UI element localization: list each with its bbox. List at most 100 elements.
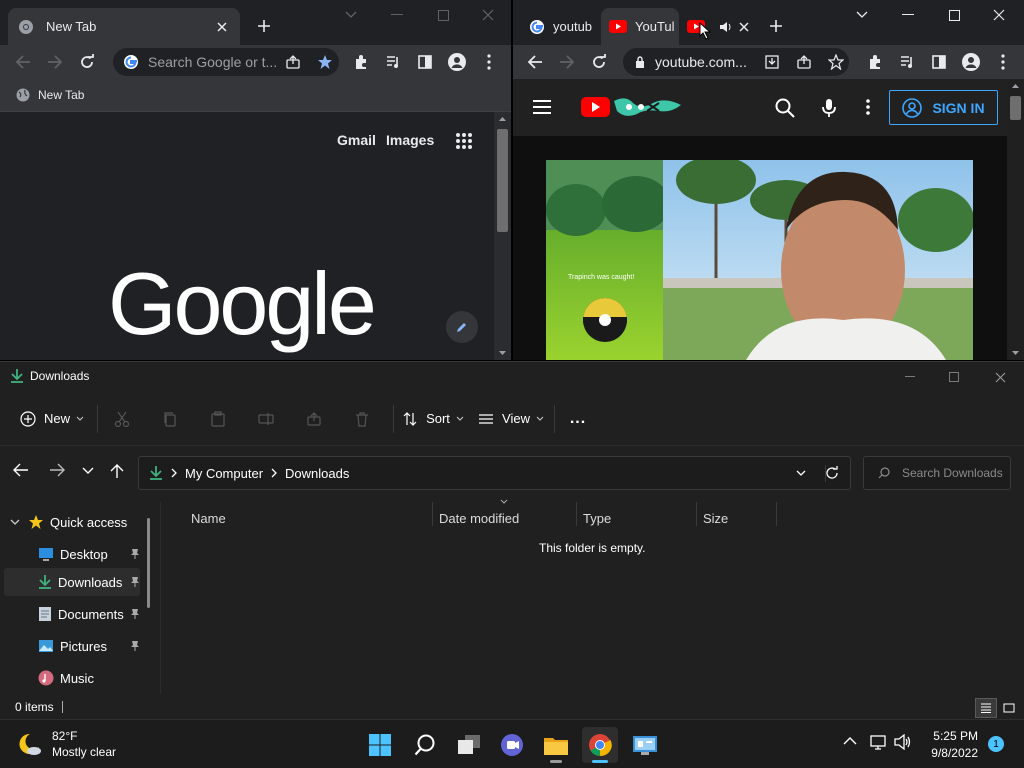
column-divider[interactable] — [432, 502, 433, 526]
pin-icon[interactable] — [130, 548, 140, 560]
chevron-down-icon[interactable] — [839, 0, 885, 30]
minimize-button[interactable] — [885, 0, 931, 30]
extensions-puzzle-icon[interactable] — [345, 48, 377, 76]
gmail-link[interactable]: Gmail — [337, 132, 376, 148]
microphone-icon[interactable] — [822, 98, 836, 118]
weather-widget[interactable]: 82°F Mostly clear — [16, 728, 116, 760]
copy-icon[interactable] — [146, 401, 194, 437]
apps-grid-icon[interactable] — [455, 132, 473, 150]
volume-icon[interactable] — [894, 734, 912, 750]
extensions-puzzle-icon[interactable] — [859, 48, 891, 76]
windows-start-icon[interactable] — [362, 727, 398, 763]
pin-icon[interactable] — [130, 608, 140, 620]
paste-icon[interactable] — [194, 401, 242, 437]
profile-avatar-icon[interactable] — [955, 48, 987, 76]
nav-item-music[interactable]: Music — [38, 664, 94, 692]
chrome-icon[interactable] — [582, 727, 618, 763]
media-queue-icon[interactable] — [891, 48, 923, 76]
more-menu-icon[interactable] — [473, 48, 505, 76]
breadcrumb-my-computer[interactable]: My Computer — [185, 466, 263, 481]
scrollbar[interactable] — [1007, 79, 1024, 360]
pin-icon[interactable] — [130, 576, 140, 588]
star-bookmark-icon[interactable] — [317, 54, 333, 70]
sort-button[interactable]: Sort — [394, 401, 472, 437]
search-icon[interactable] — [407, 727, 443, 763]
nav-item-pictures[interactable]: Pictures — [38, 632, 140, 660]
forward-arrow-icon[interactable] — [551, 48, 583, 76]
settings-kebab-icon[interactable] — [866, 99, 870, 115]
customize-pencil-icon[interactable] — [446, 311, 478, 343]
speaker-audio-icon[interactable] — [719, 21, 733, 33]
tab-youtube-2-playing[interactable] — [679, 8, 757, 45]
control-panel-icon[interactable] — [627, 727, 663, 763]
column-divider[interactable] — [696, 502, 697, 526]
delete-trash-icon[interactable] — [338, 401, 386, 437]
search-icon[interactable] — [775, 98, 795, 118]
star-bookmark-icon[interactable] — [828, 54, 844, 70]
nav-item-documents[interactable]: Documents — [38, 600, 140, 628]
recent-locations-chevron-icon[interactable] — [82, 467, 94, 474]
address-dropdown-icon[interactable] — [796, 470, 806, 476]
close-window-button[interactable] — [976, 0, 1022, 30]
share-icon[interactable] — [285, 54, 301, 70]
chevron-down-icon[interactable] — [10, 519, 20, 525]
new-tab-button[interactable] — [762, 12, 790, 40]
column-header-size[interactable]: Size — [703, 507, 728, 529]
column-divider[interactable] — [776, 502, 777, 526]
tab-youtube-1[interactable]: YouTul — [601, 8, 679, 45]
minimize-button[interactable] — [887, 362, 933, 392]
install-download-icon[interactable] — [764, 54, 780, 70]
share-icon[interactable] — [796, 54, 812, 70]
scrollbar-thumb[interactable] — [497, 129, 508, 232]
side-panel-icon[interactable] — [923, 48, 955, 76]
view-button[interactable]: View — [472, 401, 550, 437]
column-header-date-modified[interactable]: Date modified — [439, 507, 519, 529]
omnibox[interactable]: Search Google or t... — [113, 48, 339, 76]
new-tab-button[interactable] — [250, 12, 278, 40]
close-window-button[interactable] — [977, 362, 1023, 392]
column-header-name[interactable]: Name — [191, 507, 226, 529]
minimize-button[interactable] — [374, 0, 420, 30]
clock[interactable]: 5:25 PM 9/8/2022 — [922, 728, 978, 762]
breadcrumb-downloads[interactable]: Downloads — [285, 466, 349, 481]
close-tab-icon[interactable] — [214, 19, 230, 35]
notification-badge[interactable]: 1 — [988, 736, 1004, 752]
teams-chat-icon[interactable] — [494, 727, 530, 763]
file-explorer-icon[interactable] — [538, 727, 574, 763]
close-tab-icon[interactable] — [739, 21, 749, 32]
nav-item-quick-access[interactable]: Quick access — [10, 508, 127, 536]
back-arrow-icon[interactable] — [7, 48, 39, 76]
nav-item-desktop[interactable]: Desktop — [38, 540, 140, 568]
media-queue-icon[interactable] — [377, 48, 409, 76]
more-menu-icon[interactable] — [987, 48, 1019, 76]
pin-icon[interactable] — [130, 640, 140, 652]
share-icon[interactable] — [290, 401, 338, 437]
column-header-type[interactable]: Type — [583, 507, 611, 529]
column-divider[interactable] — [576, 502, 577, 526]
maximize-button[interactable] — [420, 0, 466, 30]
network-icon[interactable] — [870, 734, 888, 750]
details-view-icon[interactable] — [975, 698, 997, 718]
refresh-icon[interactable] — [825, 466, 839, 480]
hamburger-menu-icon[interactable] — [532, 99, 552, 115]
more-options-button[interactable]: ... — [555, 401, 601, 437]
bookmark-new-tab[interactable]: New Tab — [16, 88, 84, 102]
side-panel-icon[interactable] — [409, 48, 441, 76]
images-link[interactable]: Images — [386, 132, 434, 148]
video-player[interactable]: Trapinch was caught! — [546, 160, 973, 360]
chevron-down-icon[interactable] — [328, 0, 374, 30]
reload-icon[interactable] — [71, 48, 103, 76]
nav-scrollbar-thumb[interactable] — [147, 518, 150, 608]
profile-avatar-icon[interactable] — [441, 48, 473, 76]
tab-youtube-search[interactable]: youtub — [521, 8, 601, 45]
maximize-button[interactable] — [931, 362, 977, 392]
task-view-icon[interactable] — [451, 727, 487, 763]
nav-item-downloads[interactable]: Downloads — [38, 568, 140, 596]
maximize-button[interactable] — [931, 0, 977, 30]
omnibox[interactable]: youtube.com... — [623, 48, 849, 76]
rename-icon[interactable] — [242, 401, 290, 437]
forward-arrow-icon[interactable] — [39, 48, 71, 76]
back-arrow-icon[interactable] — [519, 48, 551, 76]
cut-icon[interactable] — [98, 401, 146, 437]
sign-in-button[interactable]: SIGN IN — [889, 90, 998, 125]
